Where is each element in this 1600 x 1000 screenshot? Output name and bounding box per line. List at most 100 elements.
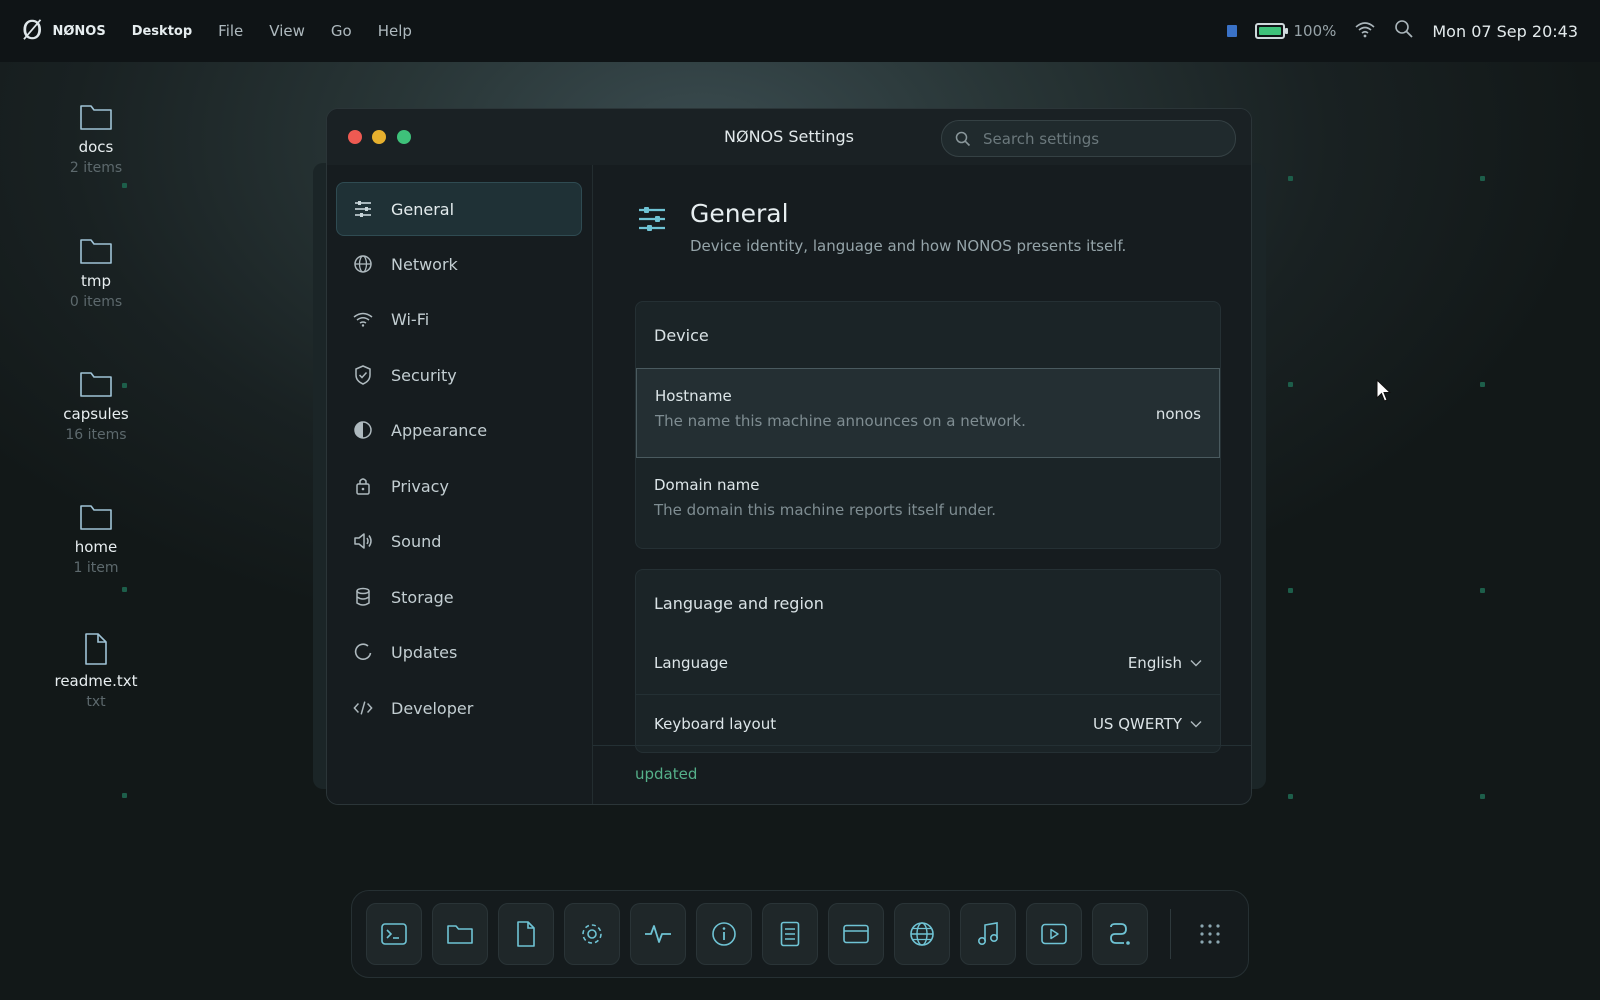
menu-help[interactable]: Help [378,22,412,40]
language-card-heading: Language and region [654,594,824,613]
dock-wallet[interactable] [828,903,884,965]
top-menu-bar: Ø NØNOS Desktop File View Go Help 100% M… [0,0,1600,62]
page-title: General [690,199,789,228]
desktop-item-name: capsules [63,405,129,423]
music-icon [977,922,999,945]
background-dot [1480,382,1485,387]
desktop-item-home[interactable]: home 1 item [48,500,144,576]
app-menu: Desktop File View Go Help [132,22,412,40]
sidebar-item-storage[interactable]: Storage [336,570,582,624]
brand-logo[interactable]: Ø NØNOS [22,18,106,44]
file-icon [85,633,107,665]
hostname-description: The name this machine announces on a net… [655,412,1026,430]
dock-video[interactable] [1026,903,1082,965]
status-bar: updated [593,745,1251,804]
shield-icon [353,365,373,385]
dock-browser[interactable] [894,903,950,965]
speaker-icon [353,531,373,551]
info-icon [712,922,736,946]
background-dot [122,383,127,388]
sidebar-item-appearance[interactable]: Appearance [336,403,582,457]
terminal-icon [381,923,407,945]
dock-terminal[interactable] [366,903,422,965]
language-select[interactable]: English [1128,654,1202,672]
sidebar-item-general[interactable]: General [336,182,582,236]
contrast-icon [353,420,373,440]
folder-icon [447,925,473,944]
dock-about[interactable] [696,903,752,965]
dock-settings[interactable] [564,903,620,965]
keyboard-select[interactable]: US QWERTY [1093,715,1202,733]
sidebar-item-network[interactable]: Network [336,237,582,291]
background-dot [1288,588,1293,593]
sidebar-item-label: Privacy [391,476,449,496]
background-dot [122,183,127,188]
sidebar-item-security[interactable]: Security [336,348,582,402]
desktop-item-capsules[interactable]: capsules 16 items [48,367,144,443]
window-icon [843,924,869,944]
background-dot [1480,176,1485,181]
menu-desktop[interactable]: Desktop [132,24,192,39]
folder-icon [80,239,112,264]
sidebar-item-privacy[interactable]: Privacy [336,459,582,513]
database-icon [353,587,373,607]
settings-gear-icon [582,924,602,944]
window-titlebar[interactable]: NØNOS Settings [327,109,1251,165]
desktop-item-docs[interactable]: docs 2 items [48,100,144,176]
dock-app-grid[interactable] [1182,903,1238,965]
dock-monitor[interactable] [630,903,686,965]
refresh-icon [353,642,373,662]
menu-file[interactable]: File [218,22,243,40]
video-icon [1041,923,1067,945]
battery-status[interactable]: 100% [1255,22,1336,40]
sidebar-item-label: Storage [391,587,454,607]
keyboard-value: US QWERTY [1092,715,1182,733]
sidebar-item-wifi[interactable]: Wi-Fi [336,292,582,346]
background-dot [1288,794,1293,799]
menu-go[interactable]: Go [331,22,352,40]
dock-files[interactable] [432,903,488,965]
domain-row[interactable]: Domain name The domain this machine repo… [636,458,1220,548]
sidebar-item-label: Wi-Fi [391,309,430,329]
dock-separator [1170,909,1171,959]
sidebar-item-developer[interactable]: Developer [336,681,582,735]
dock-notes[interactable] [762,903,818,965]
desktop-item-meta: 0 items [69,294,123,310]
search-icon[interactable] [1394,19,1414,43]
wifi-icon[interactable] [1354,20,1376,42]
language-label: Language [654,654,729,672]
brand-name: NØNOS [52,23,106,39]
settings-search[interactable] [941,120,1236,157]
settings-sidebar: General Network Wi-Fi Security Appearanc… [327,165,593,804]
battery-icon [1255,23,1289,39]
nonos-logo-icon: Ø [22,16,43,46]
keyboard-label: Keyboard layout [654,715,777,733]
clock[interactable]: Mon 07 Sep 20:43 [1432,22,1578,41]
status-text: updated [635,765,698,783]
dock-text-editor[interactable] [498,903,554,965]
language-row[interactable]: Language English [636,634,1220,694]
background-dot [1480,588,1485,593]
search-input[interactable] [981,128,1215,149]
sidebar-item-label: Appearance [391,420,488,440]
background-dot [1288,176,1293,181]
chevron-down-icon [1190,660,1202,667]
menu-view[interactable]: View [269,22,305,40]
background-dot [1480,794,1485,799]
folder-icon [80,105,112,130]
folder-icon [80,505,112,530]
domain-label: Domain name [654,476,760,494]
desktop-item-meta: 2 items [69,160,123,176]
sidebar-item-updates[interactable]: Updates [336,625,582,679]
app-indicator-icon[interactable] [1227,25,1238,37]
sidebar-item-label: Security [391,365,457,385]
dock-path[interactable] [1092,903,1148,965]
hostname-row[interactable]: Hostname The name this machine announces… [636,368,1220,458]
dock-music[interactable] [960,903,1016,965]
desktop-item-name: readme.txt [54,672,138,690]
hostname-value[interactable]: nonos [1156,405,1201,423]
desktop-item-readme[interactable]: readme.txt txt [48,632,144,710]
desktop-item-tmp[interactable]: tmp 0 items [48,234,144,310]
device-card: Device Hostname The name this machine an… [635,301,1221,549]
sidebar-item-sound[interactable]: Sound [336,514,582,568]
